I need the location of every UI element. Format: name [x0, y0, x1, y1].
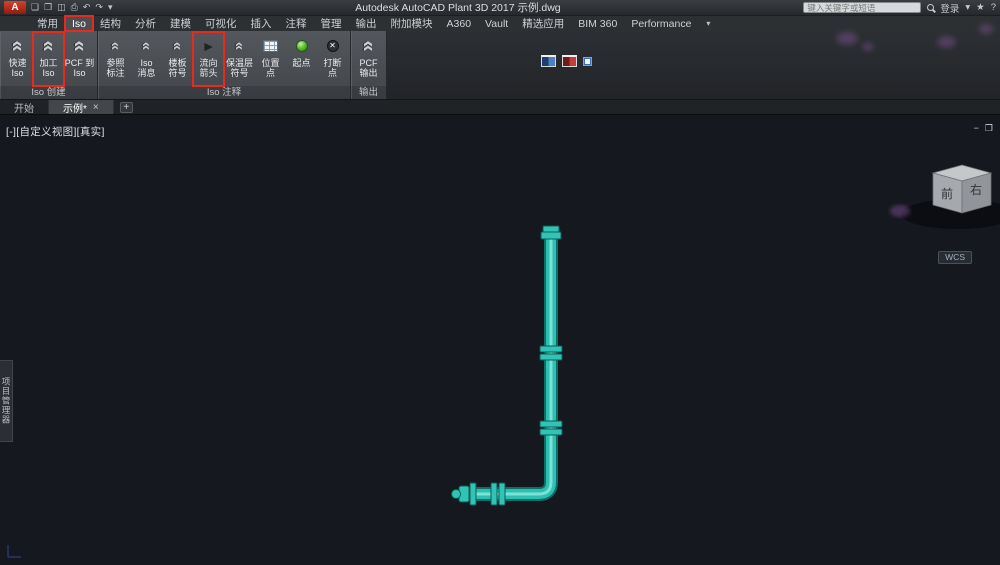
- undo-icon[interactable]: ↶: [83, 2, 91, 13]
- mini-white-chip-icon[interactable]: [583, 56, 592, 66]
- file-tab-start[interactable]: 开始: [0, 100, 49, 115]
- viewcube-front-label[interactable]: 前: [941, 186, 953, 201]
- close-tab-icon[interactable]: ×: [93, 102, 99, 113]
- break-point-button[interactable]: 打断 点: [317, 32, 348, 86]
- help-icon[interactable]: ?: [991, 2, 996, 13]
- panel-output: PCF 输出 输出: [351, 31, 387, 99]
- tab-modeling[interactable]: 建模: [163, 16, 198, 31]
- project-manager-tab[interactable]: 项目管理器: [0, 360, 13, 442]
- tab-insert[interactable]: 插入: [244, 16, 279, 31]
- redo-icon[interactable]: ↷: [95, 2, 103, 13]
- viewport-restore-icon[interactable]: ❐: [985, 123, 993, 134]
- insulation-symbol-button[interactable]: 保温层 符号: [224, 32, 255, 86]
- panel-label-iso-create[interactable]: Iso 创建: [0, 86, 97, 99]
- tab-annotate[interactable]: 注释: [279, 16, 314, 31]
- break-point-icon: [326, 39, 339, 52]
- quick-access-toolbar: ❏ ❐ ◫ ⎙ ↶ ↷ ▾: [31, 2, 113, 13]
- ribbon: 快速 Iso 加工 Iso PCF 到 Iso Iso 创建: [0, 31, 1000, 100]
- ribbon-tab-bar: 常用 Iso 结构 分析 建模 可视化 插入 注释 管理 输出 附加模块 A36…: [0, 15, 1000, 32]
- tab-home[interactable]: 常用: [30, 16, 65, 31]
- mini-blue-book-icon[interactable]: [541, 55, 556, 67]
- ribbon-display-toggle-icon[interactable]: ▾: [706, 19, 710, 28]
- tab-manage[interactable]: 管理: [314, 16, 349, 31]
- window-title: Autodesk AutoCAD Plant 3D 2017 示例.dwg: [355, 2, 561, 14]
- floor-symbol-button[interactable]: 楼板 符号: [162, 32, 193, 86]
- flow-arrow-button[interactable]: 流向 箭头: [192, 31, 225, 87]
- tab-a360[interactable]: A360: [440, 16, 479, 31]
- pipe-model[interactable]: [451, 225, 563, 506]
- reference-annotation-button[interactable]: 参照 标注: [100, 32, 131, 86]
- open-folder-icon[interactable]: ❐: [44, 2, 52, 13]
- tab-featured-apps[interactable]: 精选应用: [515, 16, 571, 31]
- print-icon[interactable]: ⎙: [71, 2, 78, 13]
- machining-iso-button[interactable]: 加工 Iso: [32, 31, 65, 87]
- pcf-output-button[interactable]: PCF 输出: [353, 32, 384, 86]
- new-file-icon[interactable]: ❏: [31, 2, 39, 13]
- title-bar: A ❏ ❐ ◫ ⎙ ↶ ↷ ▾ Autodesk AutoCAD Plant 3…: [0, 0, 1000, 16]
- location-point-button[interactable]: 位置 点: [255, 32, 286, 86]
- tab-bim360[interactable]: BIM 360: [571, 16, 624, 31]
- chevrons-icon: [44, 40, 54, 51]
- signin-dropdown-icon[interactable]: ▾: [965, 2, 970, 13]
- pcf-to-iso-button[interactable]: PCF 到 Iso: [64, 32, 95, 86]
- search-input[interactable]: [803, 2, 922, 13]
- tab-performance[interactable]: Performance: [624, 16, 698, 31]
- panel-label-output[interactable]: 输出: [351, 86, 386, 99]
- chevrons-icon: [173, 41, 183, 49]
- panel-iso-annotation: 参照 标注 Iso 消息 楼板 符号 流向: [98, 31, 351, 99]
- infocenter: 登录 ▾ ★ ?: [803, 1, 996, 15]
- quick-iso-button[interactable]: 快速 Iso: [2, 32, 33, 86]
- save-icon[interactable]: ◫: [57, 2, 66, 13]
- viewport-scene[interactable]: 前 右: [0, 115, 1000, 565]
- chevrons-icon: [75, 40, 85, 51]
- project-manager-label: 项目管理器: [1, 377, 11, 425]
- tab-visualization[interactable]: 可视化: [198, 16, 244, 31]
- viewport-window-buttons: − ❐: [974, 123, 993, 134]
- green-point-icon: [295, 39, 308, 52]
- tab-vault[interactable]: Vault: [478, 16, 515, 31]
- viewport-controls[interactable]: [-][自定义视图][真实]: [6, 124, 105, 139]
- autocad-app-logo-icon[interactable]: A: [4, 1, 26, 14]
- panel-iso-create: 快速 Iso 加工 Iso PCF 到 Iso Iso 创建: [0, 31, 98, 99]
- viewport-minimize-icon[interactable]: −: [974, 123, 979, 134]
- drawing-area[interactable]: [-][自定义视图][真实] − ❐ 前 右 WCS 项目管理器: [0, 115, 1000, 565]
- wcs-badge[interactable]: WCS: [938, 251, 972, 264]
- new-tab-button[interactable]: +: [119, 102, 133, 113]
- panel-label-iso-annotation[interactable]: Iso 注释: [98, 86, 350, 99]
- chevrons-icon: [142, 41, 152, 49]
- viewcube-right-label[interactable]: 右: [970, 182, 982, 197]
- search-icon[interactable]: [927, 4, 935, 11]
- iso-message-button[interactable]: Iso 消息: [131, 32, 162, 86]
- tab-analysis[interactable]: 分析: [128, 16, 163, 31]
- file-tab-row: 开始 示例* × +: [0, 100, 1000, 115]
- mini-red-book-icon[interactable]: [562, 55, 577, 67]
- file-tabs: 开始 示例* ×: [0, 100, 114, 115]
- signin-label[interactable]: 登录: [940, 1, 959, 15]
- chevrons-icon: [13, 40, 23, 51]
- file-tab-drawing[interactable]: 示例* ×: [49, 100, 114, 115]
- qat-dropdown-icon[interactable]: ▾: [108, 2, 113, 13]
- app-store-icon[interactable]: ★: [976, 2, 985, 13]
- flow-arrow-icon: [202, 41, 216, 51]
- tab-iso[interactable]: Iso: [63, 15, 95, 32]
- ribbon-tabs: 常用 Iso 结构 分析 建模 可视化 插入 注释 管理 输出 附加模块 A36…: [30, 15, 698, 32]
- chevrons-icon: [235, 41, 245, 49]
- chevrons-icon: [111, 41, 121, 49]
- tab-addins[interactable]: 附加模块: [384, 16, 440, 31]
- tab-structure[interactable]: 结构: [93, 16, 128, 31]
- viewcube[interactable]: 前 右: [931, 164, 993, 214]
- start-point-button[interactable]: 起点: [286, 32, 317, 86]
- grid-icon: [263, 39, 278, 52]
- ucs-axes-icon: [7, 545, 21, 558]
- floating-mini-icons: [541, 55, 592, 67]
- chevrons-icon: [364, 40, 374, 51]
- tab-output[interactable]: 输出: [349, 16, 384, 31]
